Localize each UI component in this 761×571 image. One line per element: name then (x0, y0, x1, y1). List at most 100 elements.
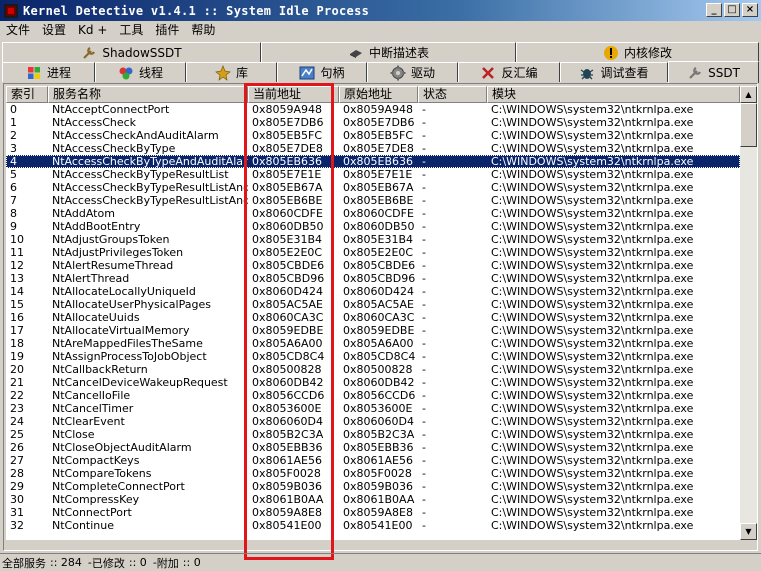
title-bar[interactable]: Kernel Detective v1.4.1 :: System Idle P… (0, 0, 761, 21)
table-row[interactable]: 31 NtConnectPort 0x8059A8E8 0x8059A8E8- C:\W… (6, 506, 740, 519)
table-row[interactable]: 18 NtAreMappedFilesTheSame 0x805A6A00 0x805… (6, 337, 740, 350)
table-row[interactable]: 1 NtAccessCheck 0x805E7DB6 0x805E7DB6- C:\WI… (6, 116, 740, 129)
table-row[interactable]: 12 NtAlertResumeThread 0x805CBDE6 0x805CBDE… (6, 259, 740, 272)
row-index: 1 (10, 116, 17, 129)
row-current-address: 0x805B2C3A (252, 428, 324, 441)
table-row[interactable]: 28 NtCompareTokens 0x805F0028 0x805F0028- C:… (6, 467, 740, 480)
table-row[interactable]: 5 NtAccessCheckByTypeResultList 0x805E7E1E… (6, 168, 740, 181)
row-status: - (422, 181, 426, 194)
row-module: C:\WINDOWS\system32\ntkrnlpa.exe (491, 116, 694, 129)
scroll-thumb[interactable] (740, 103, 757, 147)
table-row[interactable]: 25 NtClose 0x805B2C3A 0x805B2C3A - C:\WINDOWS… (6, 428, 740, 441)
tab-disassembly[interactable]: 反汇编 (458, 62, 560, 82)
row-original-address: 0x805B2C3A (343, 428, 415, 441)
row-original-address: 0x8059A8E8 (343, 506, 413, 519)
column-header-original-address[interactable]: 原始地址 (339, 86, 418, 103)
table-row[interactable]: 8 NtAddAtom 0x8060CDFE 0x8060CDFE - C:\WINDOW… (6, 207, 740, 220)
table-row[interactable]: 6 NtAccessCheckByTypeResultListAnd... 0x80… (6, 181, 740, 194)
row-status: - (422, 441, 426, 454)
tab-debug-view[interactable]: 调试查看 (560, 62, 668, 82)
table-row[interactable]: 24 NtClearEvent 0x806060D4 0x806060D4- C:\WI… (6, 415, 740, 428)
table-row[interactable]: 22 NtCancelIoFile 0x8056CCD6 0x8056CCD6- C:\… (6, 389, 740, 402)
row-original-address: 0x805EB67A (343, 181, 414, 194)
row-original-address: 0x8061AE56 (343, 454, 413, 467)
column-header-status[interactable]: 状态 (418, 86, 487, 103)
maximize-button[interactable]: □ (724, 3, 740, 17)
tab-shadowssdt[interactable]: ShadowSSDT (2, 42, 261, 62)
menu-help[interactable]: 帮助 (185, 21, 221, 40)
row-original-address: 0x805E7DB6 (343, 116, 415, 129)
table-row[interactable]: 10 NtAdjustGroupsToken 0x805E31B4 0x805E31B… (6, 233, 740, 246)
table-row[interactable]: 15 NtAllocateUserPhysicalPages 0x805AC5AE 0… (6, 298, 740, 311)
row-current-address: 0x805AC5AE (252, 298, 323, 311)
minimize-button[interactable]: _ (706, 3, 722, 17)
table-row[interactable]: 0 NtAcceptConnectPort 0x8059A948 0x8059A948… (6, 103, 740, 116)
table-row[interactable]: 21 NtCancelDeviceWakeupRequest 0x8060DB42 0… (6, 376, 740, 389)
scroll-up-button[interactable]: ▲ (740, 86, 757, 103)
menu-kd[interactable]: Kd + (72, 21, 113, 40)
column-header-module[interactable]: 模块 (487, 86, 740, 103)
column-header-current-address[interactable]: 当前地址 (248, 86, 339, 103)
table-row[interactable]: 27 NtCompactKeys 0x8061AE56 0x8061AE56- C:\W… (6, 454, 740, 467)
tab-library[interactable]: 库 (186, 62, 277, 82)
row-service-name: NtAssignProcessToJobObject (52, 350, 207, 363)
table-row[interactable]: 19 NtAssignProcessToJobObject 0x805CD8C4 0x… (6, 350, 740, 363)
table-row[interactable]: 29 NtCompleteConnectPort 0x8059B036 0x8059B… (6, 480, 740, 493)
menu-tools[interactable]: 工具 (113, 21, 149, 40)
row-module: C:\WINDOWS\system32\ntkrnlpa.exe (491, 246, 694, 259)
table-row[interactable]: 9 NtAddBootEntry 0x8060DB50 0x8060DB50- C:\W… (6, 220, 740, 233)
table-row[interactable]: 2 NtAccessCheckAndAuditAlarm 0x805EB5FC 0x8… (6, 129, 740, 142)
row-status: - (422, 272, 426, 285)
row-module: C:\WINDOWS\system32\ntkrnlpa.exe (491, 519, 694, 532)
row-original-address: 0x8060DB50 (343, 220, 415, 233)
table-row[interactable]: 23 NtCancelTimer 0x8053600E 0x8053600E - C:\W… (6, 402, 740, 415)
scroll-down-button[interactable]: ▼ (740, 523, 757, 540)
row-status: - (422, 324, 426, 337)
row-module: C:\WINDOWS\system32\ntkrnlpa.exe (491, 207, 694, 220)
table-row[interactable]: 26 NtCloseObjectAuditAlarm 0x805EBB36 0x805… (6, 441, 740, 454)
tab-threads[interactable]: 线程 (95, 62, 186, 82)
row-module: C:\WINDOWS\system32\ntkrnlpa.exe (491, 363, 694, 376)
menu-plugins[interactable]: 插件 (149, 21, 185, 40)
row-index: 31 (10, 506, 24, 519)
tab-ssdt[interactable]: SSDT (668, 61, 759, 83)
row-module: C:\WINDOWS\system32\ntkrnlpa.exe (491, 311, 694, 324)
menu-file[interactable]: 文件 (0, 21, 36, 40)
row-original-address: 0x80541E00 (343, 519, 413, 532)
row-original-address: 0x805E7E1E (343, 168, 413, 181)
vertical-scrollbar[interactable]: ▲ ▼ (740, 86, 757, 540)
table-row[interactable]: 32 NtContinue 0x80541E00 0x80541E00- C:\WIND… (6, 519, 740, 532)
row-current-address: 0x805A6A00 (252, 337, 323, 350)
close-button[interactable]: × (742, 3, 758, 17)
column-header-index[interactable]: 索引 (6, 86, 48, 103)
row-service-name: NtConnectPort (52, 506, 132, 519)
tab-processes[interactable]: 进程 (2, 62, 95, 82)
row-original-address: 0x80500828 (343, 363, 413, 376)
table-row[interactable]: 20 NtCallbackReturn 0x80500828 0x80500828- C… (6, 363, 740, 376)
table-row[interactable]: 17 NtAllocateVirtualMemory 0x8059EDBE 0x805… (6, 324, 740, 337)
table-row[interactable]: 7 NtAccessCheckByTypeResultListAnd... 0x80… (6, 194, 740, 207)
table-row[interactable]: 3 NtAccessCheckByType 0x805E7DE8 0x805E7DE8… (6, 142, 740, 155)
ssdt-list-view[interactable]: 索引 服务名称 当前地址 原始地址 状态 模块 0 NtAcceptConnect… (6, 86, 740, 540)
row-service-name: NtAlertResumeThread (52, 259, 174, 272)
row-original-address: 0x8060DB42 (343, 376, 415, 389)
menu-settings[interactable]: 设置 (36, 21, 72, 40)
tab-idt[interactable]: 中断描述表 (261, 42, 516, 62)
row-module: C:\WINDOWS\system32\ntkrnlpa.exe (491, 233, 694, 246)
row-current-address: 0x8061B0AA (252, 493, 324, 506)
row-service-name: NtCompressKey (52, 493, 140, 506)
tab-drivers[interactable]: 驱动 (367, 62, 458, 82)
warning-icon (603, 45, 618, 60)
table-row[interactable]: 14 NtAllocateLocallyUniqueId 0x8060D424 0x8… (6, 285, 740, 298)
table-row[interactable]: 30 NtCompressKey 0x8061B0AA 0x8061B0AA - C:\W… (6, 493, 740, 506)
tab-handles[interactable]: 句柄 (277, 62, 367, 82)
table-row[interactable]: 13 NtAlertThread 0x805CBD96 0x805CBD96- C:\W… (6, 272, 740, 285)
table-row[interactable]: 11 NtAdjustPrivilegesToken 0x805E2E0C 0x805… (6, 246, 740, 259)
list-rows: 0 NtAcceptConnectPort 0x8059A948 0x8059A948… (6, 103, 740, 532)
column-header-service-name[interactable]: 服务名称 (48, 86, 248, 103)
table-row[interactable]: 16 NtAllocateUuids 0x8060CA3C 0x8060CA3C - C:… (6, 311, 740, 324)
table-row[interactable]: 4 NtAccessCheckByTypeAndAuditAlarm 0x805EB… (6, 155, 740, 168)
row-module: C:\WINDOWS\system32\ntkrnlpa.exe (491, 103, 694, 116)
row-status: - (422, 480, 426, 493)
tab-kernel-mod[interactable]: 内核修改 (516, 42, 759, 62)
